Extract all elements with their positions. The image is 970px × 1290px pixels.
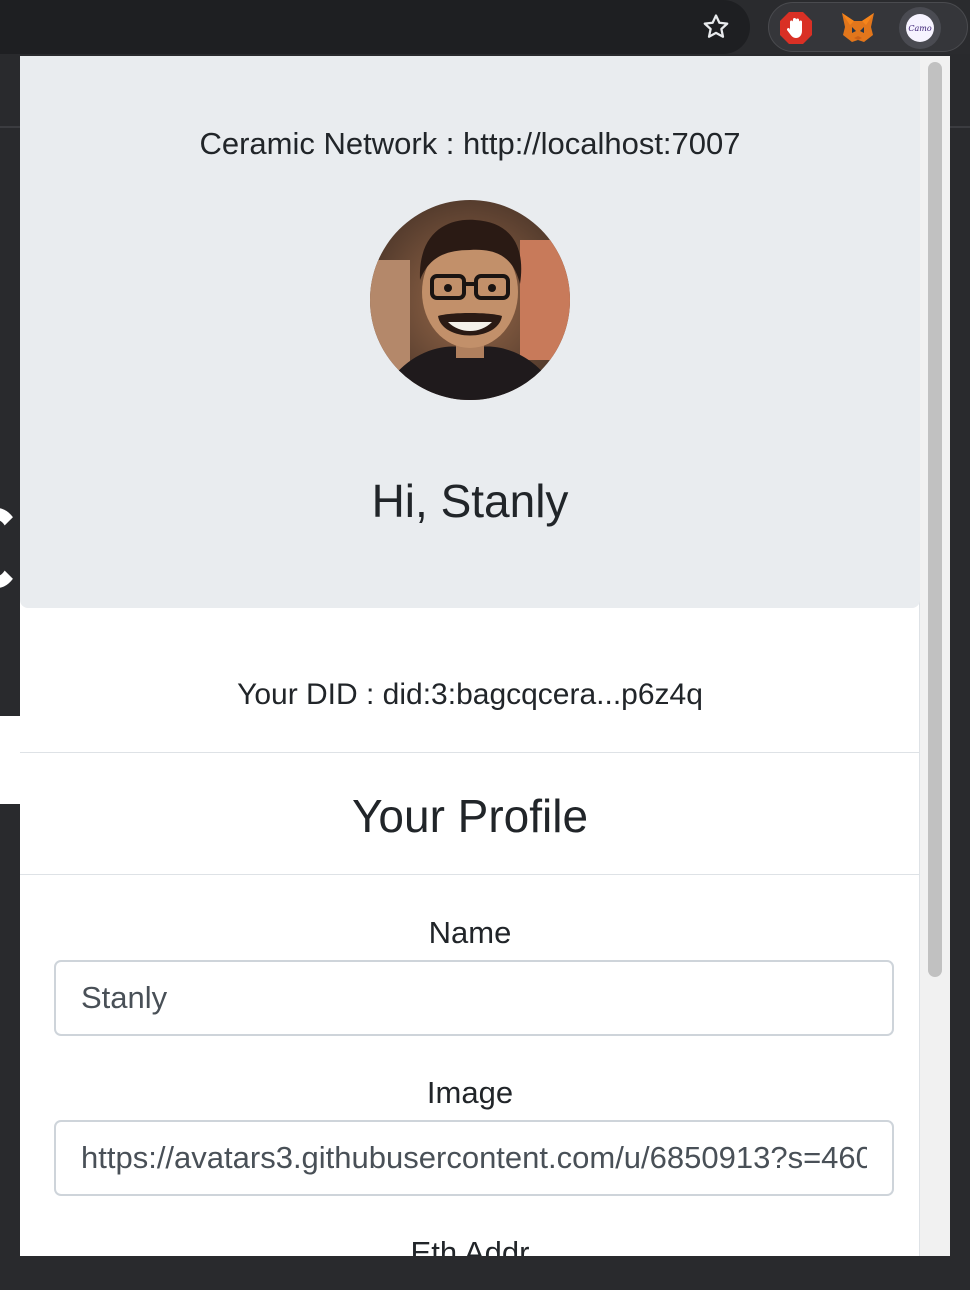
popup-scrollbar[interactable] bbox=[920, 56, 950, 1256]
did-display: Your DID : did:3:bagcqcera...p6z4q bbox=[237, 678, 703, 711]
address-bar[interactable] bbox=[0, 0, 750, 54]
background-divider bbox=[0, 126, 20, 128]
extensions-group: Camo bbox=[768, 2, 968, 52]
image-url-input[interactable] bbox=[54, 1120, 894, 1196]
network-info: Ceramic Network : http://localhost:7007 bbox=[199, 126, 741, 161]
name-label: Name bbox=[428, 915, 512, 950]
scrollbar-thumb[interactable] bbox=[928, 62, 942, 977]
header-jumbotron: Ceramic Network : http://localhost:7007 bbox=[20, 56, 920, 608]
background-panel-fragment bbox=[0, 716, 20, 804]
bookmark-star-icon[interactable] bbox=[690, 7, 742, 47]
avatar bbox=[370, 200, 570, 400]
camo-logo: Camo bbox=[906, 14, 934, 42]
name-input[interactable] bbox=[54, 960, 894, 1036]
image-label: Image bbox=[426, 1075, 514, 1110]
divider bbox=[20, 874, 920, 875]
divider bbox=[20, 752, 920, 753]
greeting-heading: Hi, Stanly bbox=[371, 475, 569, 527]
extension-popup: Ceramic Network : http://localhost:7007 bbox=[20, 56, 950, 1256]
adblock-icon[interactable] bbox=[775, 7, 817, 49]
metamask-fox-icon[interactable] bbox=[837, 7, 879, 49]
popup-content: Ceramic Network : http://localhost:7007 bbox=[20, 56, 920, 1256]
browser-toolbar: Camo bbox=[0, 0, 970, 54]
eth-address-label: Eth Addr bbox=[410, 1235, 530, 1256]
background-divider-right bbox=[950, 126, 970, 128]
profile-heading: Your Profile bbox=[351, 790, 589, 842]
camo-extension-icon[interactable]: Camo bbox=[899, 7, 941, 49]
